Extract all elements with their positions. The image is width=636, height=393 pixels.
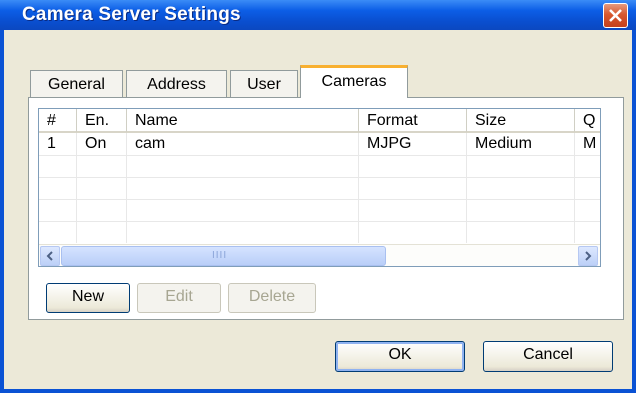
column-header-number-label: #: [47, 112, 56, 129]
dialog-window: Camera Server Settings General Address U…: [0, 0, 636, 393]
cell-number: 1: [47, 135, 56, 152]
tab-user[interactable]: User: [230, 70, 298, 98]
edit-button[interactable]: Edit: [137, 283, 221, 313]
column-header-name-label: Name: [135, 112, 178, 129]
new-button-label: New: [71, 288, 104, 305]
grid-line: [39, 199, 600, 200]
cell-quality: M: [583, 135, 597, 152]
close-button[interactable]: [603, 3, 628, 28]
column-header-size[interactable]: Size: [467, 109, 575, 133]
close-icon: [609, 9, 622, 22]
window-title: Camera Server Settings: [22, 4, 241, 25]
camera-list[interactable]: # En. Name Format Size Q 1 On cam MJPG M…: [38, 108, 601, 267]
new-button[interactable]: New: [46, 283, 130, 313]
grid-line: [39, 155, 600, 156]
chevron-right-icon: [585, 251, 592, 261]
title-bar[interactable]: Camera Server Settings: [0, 0, 636, 30]
horizontal-scrollbar[interactable]: IIII: [39, 244, 600, 266]
delete-button-label: Delete: [248, 288, 296, 305]
column-header-size-label: Size: [475, 112, 507, 129]
ok-button[interactable]: OK: [335, 341, 465, 372]
tab-user-label: User: [247, 76, 281, 93]
cell-format: MJPG: [367, 135, 412, 152]
delete-button[interactable]: Delete: [228, 283, 316, 313]
scroll-thumb[interactable]: IIII: [61, 246, 386, 266]
column-header-format-label: Format: [367, 112, 418, 129]
cancel-button[interactable]: Cancel: [483, 341, 613, 372]
column-header-enabled-label: En.: [85, 112, 110, 129]
tab-cameras-label: Cameras: [321, 73, 387, 90]
cancel-button-label: Cancel: [523, 346, 573, 363]
tab-general-label: General: [48, 76, 105, 93]
tab-general[interactable]: General: [30, 70, 123, 98]
cell-size: Medium: [475, 135, 532, 152]
column-header-enabled[interactable]: En.: [77, 109, 127, 133]
column-header-name[interactable]: Name: [127, 109, 359, 133]
tab-address[interactable]: Address: [126, 70, 227, 98]
tab-cameras[interactable]: Cameras: [300, 65, 408, 98]
cell-name: cam: [135, 135, 166, 152]
column-header-quality[interactable]: Q: [575, 109, 600, 133]
scroll-left-button[interactable]: [40, 246, 60, 266]
scroll-right-button[interactable]: [578, 246, 598, 266]
column-header-format[interactable]: Format: [359, 109, 467, 133]
grid-line: [39, 177, 600, 178]
column-header-number[interactable]: #: [39, 109, 77, 133]
ok-button-label: OK: [388, 346, 412, 363]
scroll-grip: IIII: [212, 250, 228, 261]
grid-line: [39, 221, 600, 222]
cell-enabled: On: [85, 135, 107, 152]
tab-address-label: Address: [147, 76, 206, 93]
chevron-left-icon: [46, 251, 53, 261]
edit-button-label: Edit: [165, 288, 193, 305]
column-header-quality-label: Q: [583, 112, 596, 129]
